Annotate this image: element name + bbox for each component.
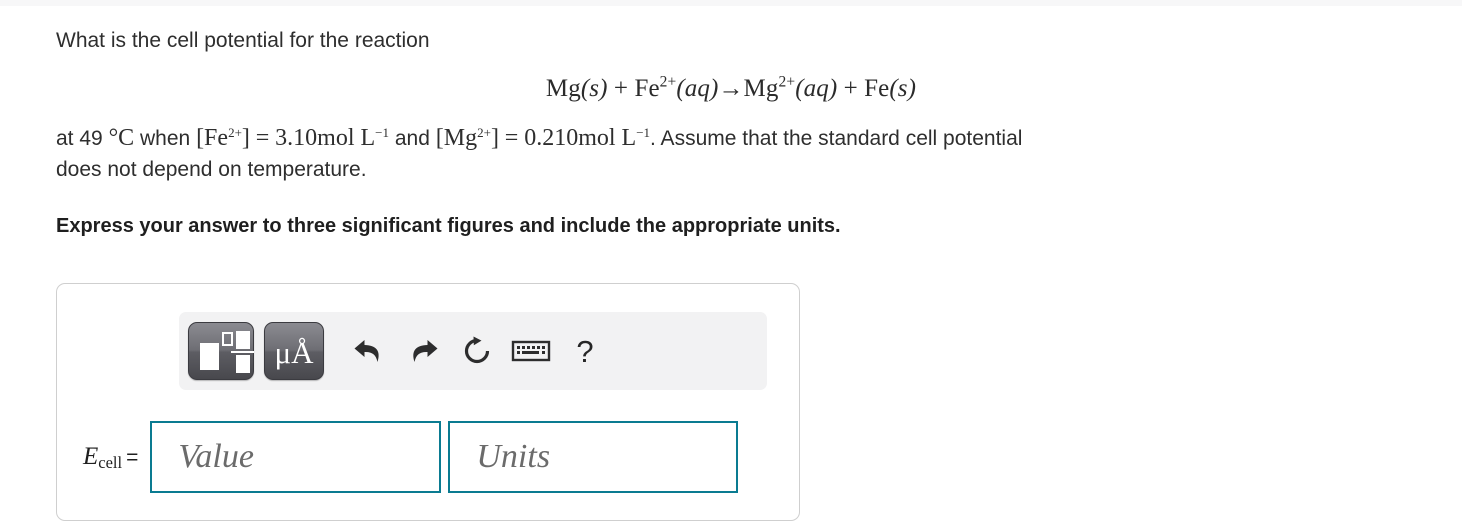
equation-product1-state: (aq) [795, 74, 838, 102]
equation-product2: Fe [864, 74, 890, 102]
equation-reactant2-charge: 2+ [659, 73, 677, 91]
question-conditions: at 49 °C when [Fe2+] = 3.10mol L−1 and [… [0, 121, 1462, 185]
equation-plus2: + [843, 74, 858, 102]
conc2-exponent: −1 [636, 124, 651, 140]
answer-instruction: Express your answer to three significant… [56, 214, 841, 237]
question-mark-icon: ? [576, 333, 594, 369]
equation-reactant1-state: (s) [580, 74, 608, 102]
keyboard-icon [511, 340, 551, 362]
conc1-charge: 2+ [228, 124, 242, 140]
math-toolbar: μÅ ? [179, 312, 767, 390]
units-input[interactable]: Units [448, 421, 739, 493]
ecell-subscript: cell [98, 453, 123, 472]
conc2-close: ] [490, 124, 499, 151]
conc1-equals: = [255, 124, 270, 151]
template-superscript-icon [222, 332, 233, 346]
value-placeholder: Value [178, 438, 254, 475]
redo-arrow-icon [413, 340, 438, 362]
conc1-close: ] [241, 124, 250, 151]
equation-plus1: + [613, 74, 629, 102]
equation-reactant2-state: (aq) [676, 74, 719, 102]
conc2-equals: = [504, 124, 519, 151]
conditions-line2: does not depend on temperature. [56, 157, 367, 181]
help-button[interactable]: ? [558, 323, 612, 379]
ecell-equals: = [126, 446, 139, 469]
template-fraction-bar-icon [231, 351, 254, 353]
conc2-open: [Mg [435, 124, 478, 151]
conditions-and: and [394, 126, 430, 150]
conc2-charge: 2+ [477, 124, 491, 140]
answer-row: Ecell = Value Units [79, 420, 779, 494]
conditions-when: when [140, 126, 191, 150]
chemical-equation: Mg(s) + Fe2+(aq)→Mg2+(aq) + Fe(s) [0, 73, 1462, 103]
ecell-label: Ecell = [79, 443, 139, 472]
value-input[interactable]: Value [150, 421, 442, 493]
ecell-symbol: E [83, 443, 99, 470]
question-intro: What is the cell potential for the react… [56, 29, 430, 52]
units-placeholder: Units [476, 438, 551, 475]
equation-product1-charge: 2+ [778, 73, 796, 91]
answer-panel: μÅ ? Ecell = Value Units [56, 283, 800, 521]
conc1-exponent: −1 [375, 124, 390, 140]
conc1-open: [Fe [196, 124, 229, 151]
micro-angstrom-icon: μÅ [274, 334, 314, 370]
math-template-button[interactable] [188, 322, 254, 380]
keyboard-button[interactable] [504, 323, 558, 379]
equation-product2-state: (s) [889, 74, 917, 102]
undo-button[interactable] [342, 323, 396, 379]
question-content: What is the cell potential for the react… [0, 6, 1462, 238]
undo-arrow-icon [354, 340, 379, 362]
equation-reactant2: Fe [634, 74, 660, 102]
conc1-value: 3.10mol L [275, 124, 376, 151]
reset-button[interactable] [450, 323, 504, 379]
conditions-prefix: at 49 [56, 126, 103, 150]
template-box-icon [200, 343, 219, 370]
equation-arrow: → [718, 74, 744, 102]
units-button[interactable]: μÅ [264, 322, 324, 380]
equation-reactant1: Mg [545, 74, 581, 102]
conc2-value: 0.210mol L [524, 124, 637, 151]
template-numerator-icon [236, 331, 250, 349]
conditions-tail: . Assume that the standard cell potentia… [650, 126, 1023, 150]
reset-circular-arrow-icon [464, 336, 490, 364]
redo-button[interactable] [396, 323, 450, 379]
equation-product1: Mg [743, 74, 779, 102]
temperature-unit: °C [108, 124, 135, 151]
template-denominator-icon [236, 355, 250, 373]
